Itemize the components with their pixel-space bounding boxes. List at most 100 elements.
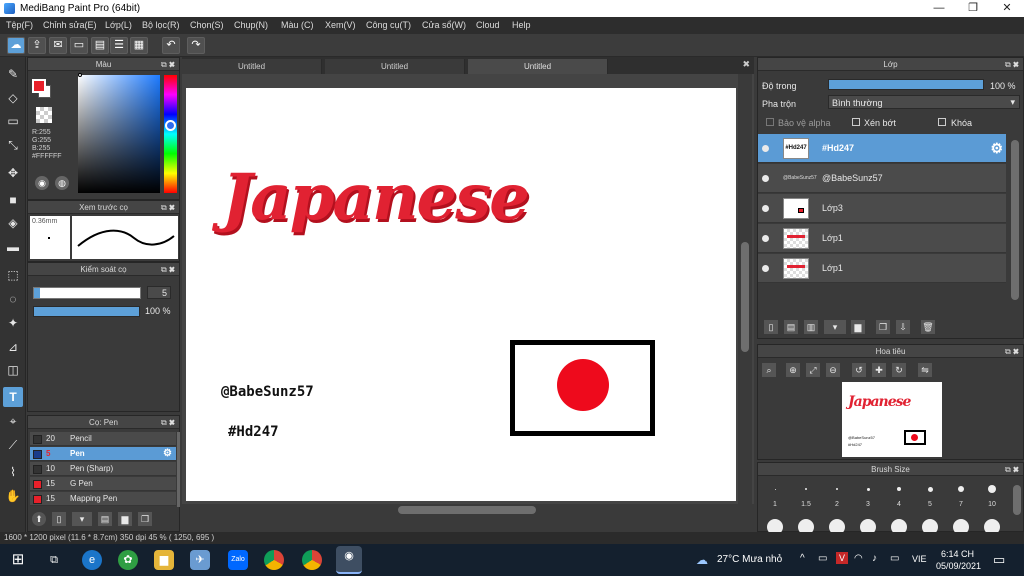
rotate-right-icon[interactable]: ↻: [892, 363, 906, 377]
gear-icon[interactable]: ⚙: [990, 140, 1003, 157]
brush-item-pencil[interactable]: 20 Pencil: [30, 432, 176, 446]
brush-tool-icon[interactable]: ✎: [3, 64, 23, 84]
duplicate-layer-icon[interactable]: ❐: [876, 320, 890, 334]
layer-row[interactable]: #Hd247 #Hd247 ⚙: [758, 134, 1006, 163]
panel-controls-icon[interactable]: ⧉ ✖: [161, 58, 175, 71]
horizontal-scroll-thumb[interactable]: [398, 506, 536, 514]
color-picker-cursor[interactable]: [78, 73, 82, 77]
brush-size-value[interactable]: 5: [147, 286, 171, 299]
maximize-button[interactable]: ❐: [956, 0, 990, 17]
panel-controls-icon[interactable]: ⧉ ✖: [1005, 345, 1019, 358]
panel-controls-icon[interactable]: ⧉ ✖: [161, 263, 175, 276]
blend-mode-select[interactable]: Bình thường ▾: [828, 95, 1020, 109]
new-brush-icon[interactable]: ▯: [52, 512, 66, 526]
panel-controls-icon[interactable]: ⧉ ✖: [1005, 463, 1019, 476]
operation-tool-icon[interactable]: ⌖: [3, 411, 23, 431]
flip-icon[interactable]: ⇋: [918, 363, 932, 377]
brush-size-option[interactable]: 7: [946, 479, 976, 508]
minimize-button[interactable]: —: [922, 0, 956, 17]
layer-scrollbar[interactable]: [1009, 134, 1021, 314]
hand-tool-icon[interactable]: ✋: [3, 486, 23, 506]
redo-icon[interactable]: ↷: [187, 37, 205, 54]
eyedropper-tool-icon[interactable]: ⌇: [3, 462, 23, 482]
brush-doc-icon[interactable]: ▤: [98, 512, 112, 526]
tab-untitled-1[interactable]: Untitled: [182, 59, 322, 74]
new-halftone-layer-icon[interactable]: ▤: [784, 320, 798, 334]
zoom-out-icon[interactable]: ⊖: [826, 363, 840, 377]
transparent-color-swatch[interactable]: [36, 107, 52, 123]
file-explorer-icon[interactable]: ▆: [154, 550, 174, 570]
brush-folder-icon[interactable]: ▆: [118, 512, 132, 526]
panel-controls-icon[interactable]: ⧉ ✖: [161, 201, 175, 214]
brush-size-option[interactable]: 4: [884, 479, 914, 508]
rotate-left-icon[interactable]: ↺: [852, 363, 866, 377]
brush-size-scrollbar[interactable]: [1011, 479, 1023, 531]
windows-start-icon[interactable]: ⊞: [8, 550, 28, 570]
merge-layer-icon[interactable]: ⇩: [896, 320, 910, 334]
wifi-icon[interactable]: ◠: [854, 553, 863, 564]
menu-filter[interactable]: Bộ lọc(R): [142, 20, 180, 30]
zoom-icon[interactable]: ⌕: [762, 363, 776, 377]
select-eraser-tool-icon[interactable]: ◫: [3, 360, 23, 380]
bucket-tool-icon[interactable]: ◈: [3, 213, 23, 233]
layer-folder-icon[interactable]: ▆: [851, 320, 865, 334]
menu-help[interactable]: Help: [512, 20, 531, 30]
undo-icon[interactable]: ↶: [162, 37, 180, 54]
layer-opacity-slider[interactable]: [828, 79, 984, 90]
brush-item-pen-sharp[interactable]: 10 Pen (Sharp): [30, 462, 176, 476]
canvas-area[interactable]: Japanese @BabeSunz57 #Hd247: [182, 74, 754, 516]
layer-row[interactable]: Lớp3: [758, 194, 1006, 223]
menu-tools[interactable]: Công cụ(T): [366, 20, 411, 30]
drawing-canvas[interactable]: Japanese @BabeSunz57 #Hd247: [186, 88, 736, 501]
menu-select[interactable]: Chọn(S): [190, 20, 224, 30]
color-saturation-field[interactable]: [78, 75, 160, 193]
task-view-icon[interactable]: ⧉: [44, 550, 64, 570]
clipping-checkbox[interactable]: [852, 118, 860, 126]
gradient-tool-icon[interactable]: ▬: [3, 237, 23, 257]
comment-icon[interactable]: ▭: [70, 37, 88, 54]
brush-item-pen[interactable]: 5 Pen ⚙: [30, 447, 176, 461]
panel-controls-icon[interactable]: ⧉ ✖: [1005, 58, 1019, 71]
edge-icon[interactable]: e: [82, 550, 102, 570]
select-pen-tool-icon[interactable]: ⊿: [3, 337, 23, 357]
blur-tool-icon[interactable]: ⤡: [3, 135, 23, 155]
swatch-icon[interactable]: ◍: [55, 176, 69, 190]
fit-icon[interactable]: ⤢: [806, 363, 820, 377]
hue-slider-thumb[interactable]: [165, 120, 176, 131]
chat-icon[interactable]: ✉: [49, 37, 67, 54]
tab-untitled-2[interactable]: Untitled: [325, 59, 465, 74]
horizontal-scrollbar[interactable]: [182, 504, 754, 516]
dropper-tool-icon[interactable]: ⟋: [3, 435, 23, 455]
language-indicator[interactable]: VIE: [912, 554, 927, 564]
brush-size-option[interactable]: 1: [760, 479, 790, 508]
eye-icon[interactable]: [762, 145, 769, 152]
foreground-color-swatch[interactable]: [32, 79, 46, 93]
palette-icon[interactable]: ◉: [35, 176, 49, 190]
navigator-thumbnail[interactable]: Japanese @BabeSunz57 #Hd247: [842, 382, 942, 457]
weather-text[interactable]: 27°C Mưa nhỏ: [717, 554, 782, 565]
lock-checkbox[interactable]: [938, 118, 946, 126]
eye-icon[interactable]: [762, 235, 769, 242]
medibang-taskbar-icon[interactable]: ◉: [336, 546, 362, 574]
move-tool-icon[interactable]: ✥: [3, 163, 23, 183]
chrome-icon[interactable]: [302, 550, 322, 570]
menu-view[interactable]: Xem(V): [325, 20, 356, 30]
rectangle-tool-icon[interactable]: ▭: [3, 111, 23, 131]
list-icon[interactable]: ☰: [110, 37, 128, 54]
layer-row[interactable]: Lớp1: [758, 254, 1006, 283]
app-icon-bird[interactable]: ✈: [190, 550, 210, 570]
brush-copy-icon[interactable]: ❐: [138, 512, 152, 526]
brush-list-scrollbar[interactable]: [177, 432, 180, 507]
menu-color[interactable]: Màu (C): [281, 20, 314, 30]
close-button[interactable]: ✕: [990, 0, 1024, 17]
layer-row[interactable]: @BabeSunz57 @BabeSunz57: [758, 164, 1006, 193]
protect-alpha-checkbox[interactable]: [766, 118, 774, 126]
new-8bit-layer-icon[interactable]: ▥: [804, 320, 818, 334]
vertical-scroll-thumb[interactable]: [741, 242, 749, 352]
clock-date[interactable]: 05/09/2021: [936, 561, 981, 571]
menu-capture[interactable]: Chụp(N): [234, 20, 268, 30]
app-icon-green[interactable]: ✿: [118, 550, 138, 570]
document-icon[interactable]: ▤: [91, 37, 109, 54]
battery-icon[interactable]: ▭: [890, 553, 899, 564]
menu-layer[interactable]: Lớp(L): [105, 20, 132, 30]
